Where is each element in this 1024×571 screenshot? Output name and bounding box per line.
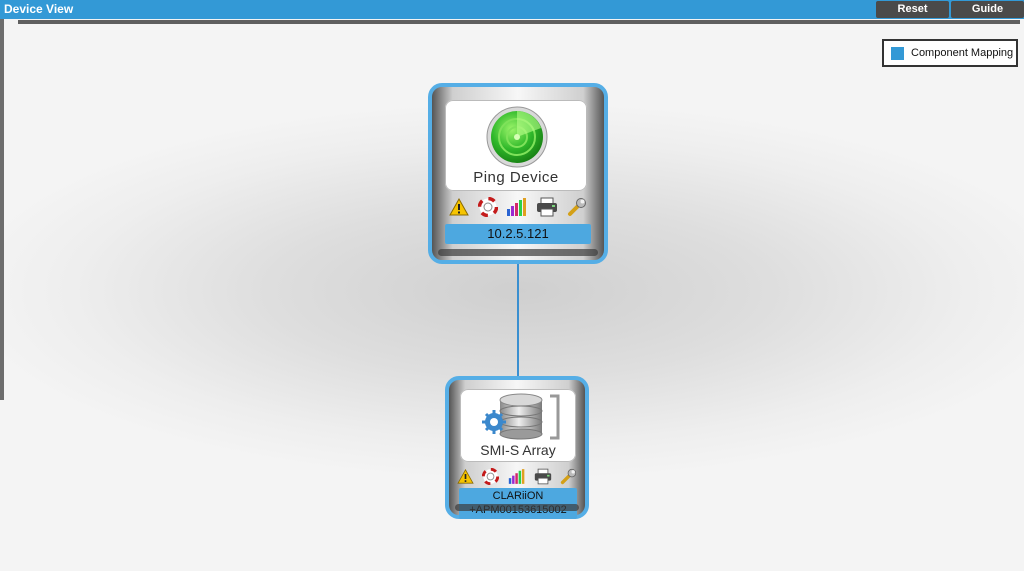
bar-chart-icon[interactable] [508,468,526,485]
node-title: SMI-S Array [480,442,556,458]
warning-icon[interactable] [456,469,474,484]
node-action-icons [432,197,604,217]
printer-icon[interactable] [536,197,558,217]
canvas-top-rule [18,20,1020,24]
wrench-icon[interactable] [567,197,587,217]
smi-s-array-card[interactable]: SMI-S Array [460,389,576,462]
bar-chart-icon[interactable] [506,197,528,217]
lifebuoy-icon[interactable] [482,468,500,486]
title-bar: Device View Reset Guide [0,0,1024,19]
node-connector [517,262,519,377]
reset-button[interactable]: Reset [876,1,949,18]
left-rail [0,19,4,400]
guide-button[interactable]: Guide [951,1,1024,18]
radar-icon [486,106,548,168]
node-action-icons [449,468,585,486]
node-address-label: 10.2.5.121 [445,224,591,244]
node-device-class: CLARiiON [492,490,544,502]
warning-icon[interactable] [449,198,469,216]
page-title: Device View [4,2,74,16]
lifebuoy-icon[interactable] [477,197,498,217]
smi-s-array-node[interactable]: SMI-S Array CLARiiON +APM00153615002 [445,376,589,519]
node-title: Ping Device [473,169,559,186]
wrench-icon[interactable] [560,468,577,485]
printer-icon[interactable] [534,468,552,485]
legend-label: Component Mapping [911,47,1014,59]
component-mapping-legend: Component Mapping [882,39,1018,67]
storage-array-icon [482,393,560,440]
node-device-label: CLARiiON +APM00153615002 [459,488,577,519]
legend-swatch [891,47,904,60]
ping-device-node[interactable]: Ping Device 10.2.5.121 [428,83,608,264]
ping-device-card[interactable]: Ping Device [445,100,587,191]
node-device-id: +APM00153615002 [469,504,567,516]
